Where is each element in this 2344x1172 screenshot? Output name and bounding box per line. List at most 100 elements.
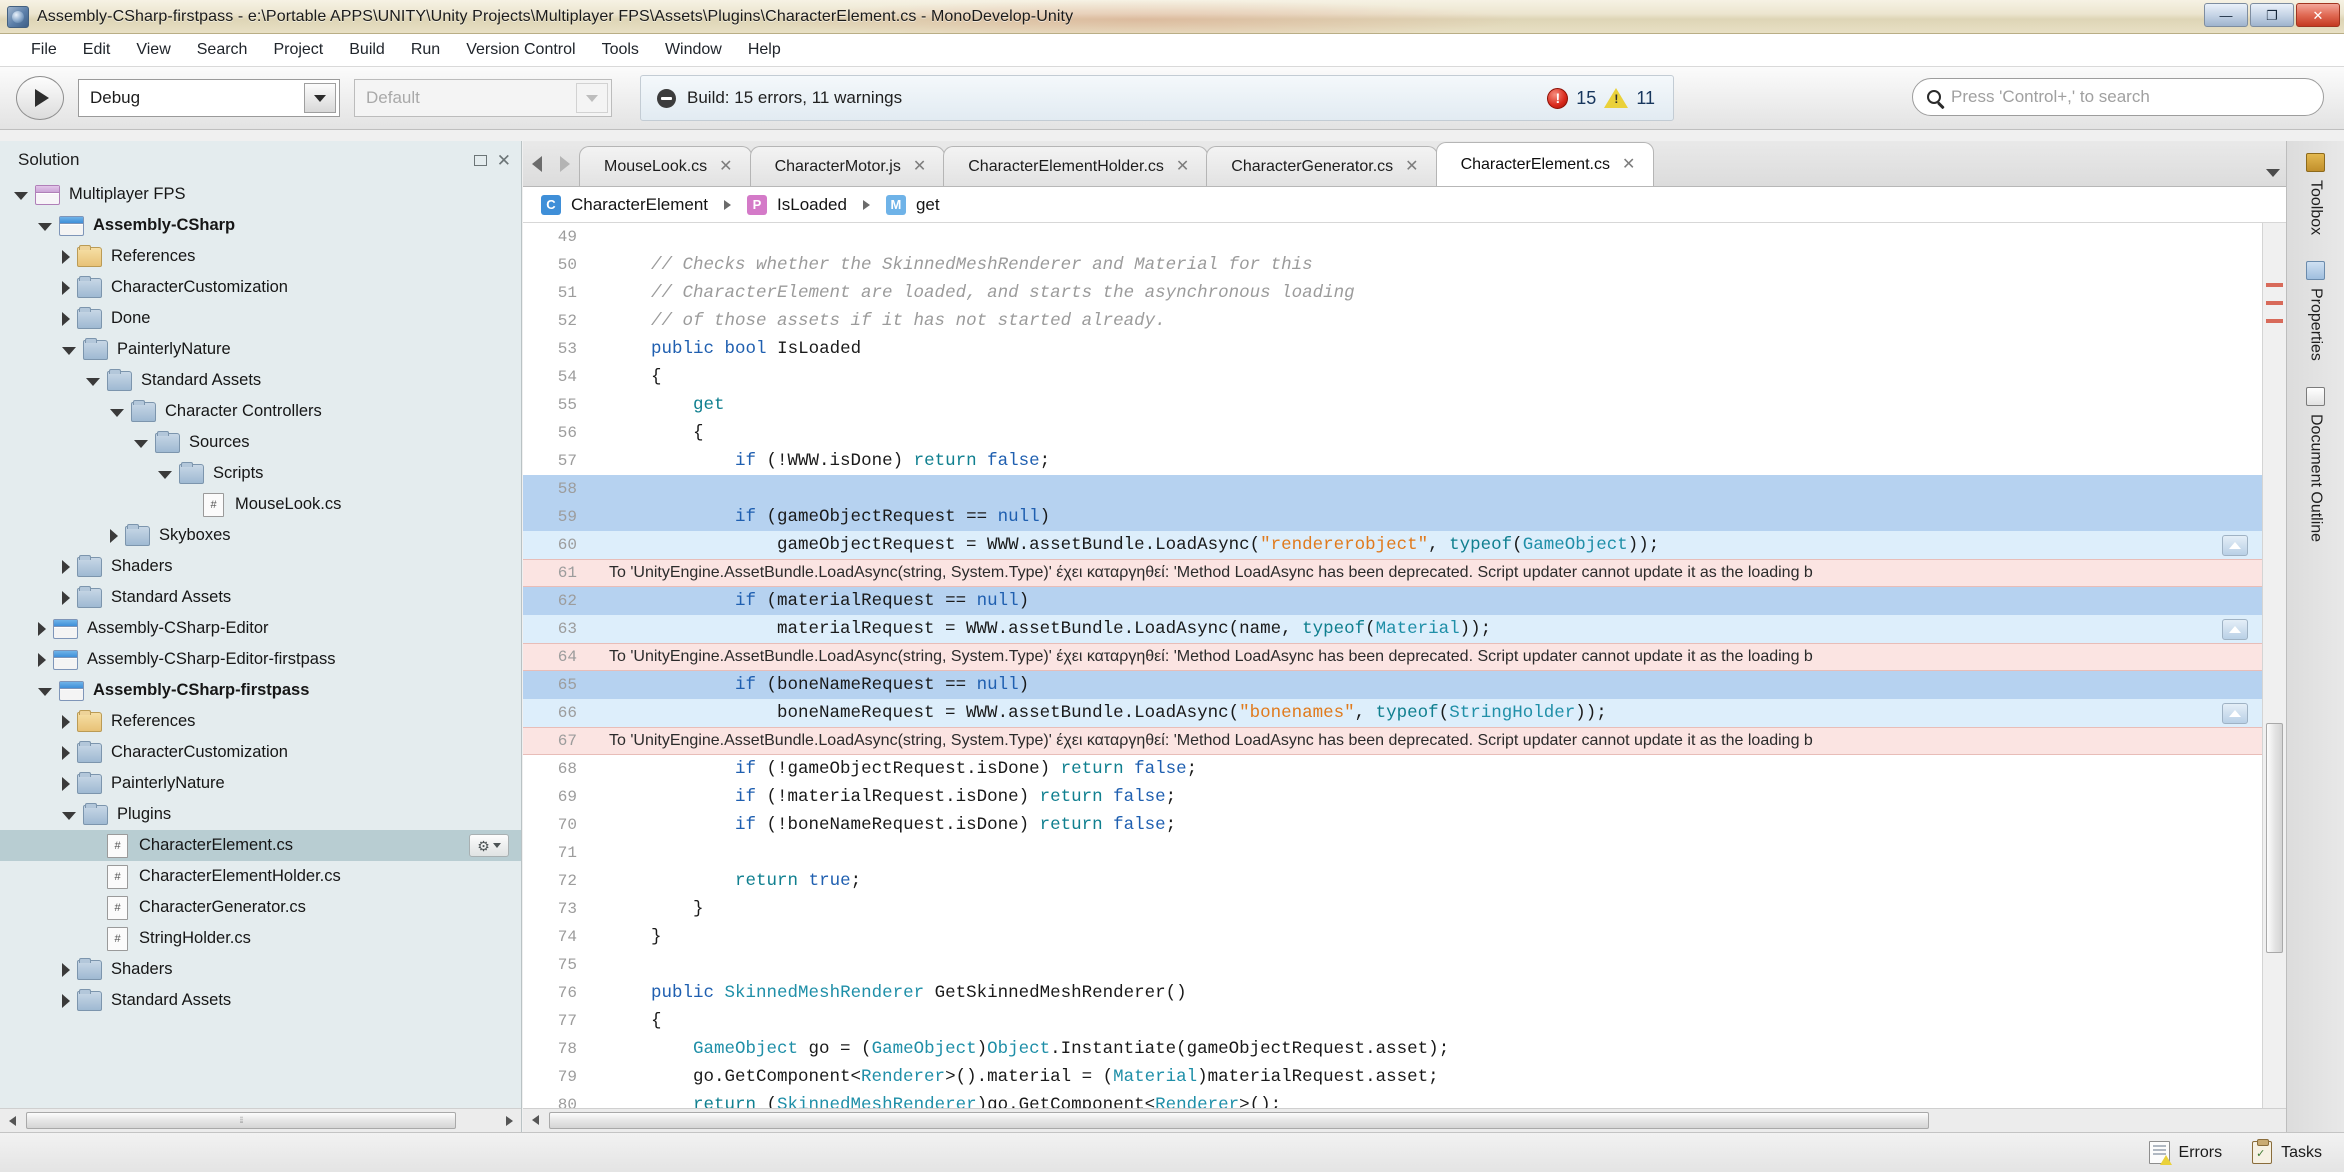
scrollbar-thumb[interactable]: [26, 1112, 456, 1129]
maximize-button[interactable]: ❐: [2250, 3, 2294, 27]
tree-item[interactable]: Assembly-CSharp: [0, 210, 521, 241]
chevron-down-icon[interactable]: [134, 440, 148, 448]
tree-item[interactable]: Done: [0, 303, 521, 334]
code-editor[interactable]: 49 50 // Checks whether the SkinnedMeshRe…: [523, 223, 2286, 1108]
menu-view[interactable]: View: [123, 38, 183, 62]
editor-tab-characterelementholder-cs[interactable]: CharacterElementHolder.cs ✕: [943, 146, 1209, 186]
chevron-down-icon[interactable]: [304, 83, 336, 113]
tab-next-icon[interactable]: [551, 142, 579, 186]
close-icon[interactable]: ✕: [1176, 158, 1189, 175]
menu-search[interactable]: Search: [184, 38, 261, 62]
runtime-dropdown[interactable]: Default: [354, 79, 612, 117]
chevron-down-icon[interactable]: [576, 83, 608, 113]
tree-item[interactable]: Scripts: [0, 458, 521, 489]
code-line[interactable]: 59 if (gameObjectRequest == null): [523, 503, 2262, 531]
code-line[interactable]: 71: [523, 839, 2262, 867]
chevron-right-icon[interactable]: [62, 776, 70, 791]
code-line[interactable]: 75: [523, 951, 2262, 979]
tree-item[interactable]: References: [0, 241, 521, 272]
code-line[interactable]: 63 materialRequest = WWW.assetBundle.Loa…: [523, 615, 2262, 643]
chevron-right-icon[interactable]: [62, 280, 70, 295]
breadcrumb-item[interactable]: CharacterElement: [571, 195, 708, 215]
tree-item[interactable]: Skyboxes: [0, 520, 521, 551]
problem-counters[interactable]: ! 15 11: [1547, 87, 1655, 109]
code-line[interactable]: 65 if (boneNameRequest == null): [523, 671, 2262, 699]
tree-item-selected[interactable]: CharacterElement.cs ⚙: [0, 830, 521, 861]
chevron-down-icon[interactable]: [158, 471, 172, 479]
code-line[interactable]: 54 {: [523, 363, 2262, 391]
code-line[interactable]: 76 public SkinnedMeshRenderer GetSkinned…: [523, 979, 2262, 1007]
code-line[interactable]: 55 get: [523, 391, 2262, 419]
code-line[interactable]: 74 }: [523, 923, 2262, 951]
chevron-right-icon[interactable]: [38, 652, 46, 667]
breadcrumb-item[interactable]: get: [916, 195, 940, 215]
chevron-right-icon[interactable]: [62, 962, 70, 977]
code-lines[interactable]: 49 50 // Checks whether the SkinnedMeshRe…: [523, 223, 2262, 1108]
code-line[interactable]: 53 public bool IsLoaded: [523, 335, 2262, 363]
chevron-down-icon[interactable]: [110, 409, 124, 417]
dock-item-document-outline[interactable]: Document Outline: [2306, 387, 2325, 542]
close-icon[interactable]: ✕: [913, 158, 926, 175]
menu-tools[interactable]: Tools: [589, 38, 652, 62]
code-line[interactable]: 77 {: [523, 1007, 2262, 1035]
chevron-right-icon[interactable]: [62, 590, 70, 605]
chevron-right-icon[interactable]: [62, 714, 70, 729]
menu-window[interactable]: Window: [652, 38, 735, 62]
code-line[interactable]: 73 }: [523, 895, 2262, 923]
code-line[interactable]: 51 // CharacterElement are loaded, and s…: [523, 279, 2262, 307]
tree-item[interactable]: Assembly-CSharp-firstpass: [0, 675, 521, 706]
menu-run[interactable]: Run: [398, 38, 453, 62]
editor-tab-characterelement-cs[interactable]: CharacterElement.cs ✕: [1435, 142, 1655, 186]
build-status-panel[interactable]: Build: 15 errors, 11 warnings ! 15 11: [640, 75, 1674, 121]
chevron-down-icon[interactable]: [86, 378, 100, 386]
tree-item[interactable]: Standard Assets: [0, 365, 521, 396]
editor-tab-mouselook-cs[interactable]: MouseLook.cs ✕: [579, 146, 752, 186]
search-input[interactable]: Press 'Control+,' to search: [1951, 87, 2150, 107]
minimize-icon[interactable]: [473, 154, 487, 166]
chevron-right-icon[interactable]: [110, 528, 118, 543]
chevron-right-icon[interactable]: [62, 559, 70, 574]
tree-item[interactable]: Standard Assets: [0, 985, 521, 1016]
tree-item[interactable]: PainterlyNature: [0, 768, 521, 799]
chevron-down-icon[interactable]: [14, 192, 28, 200]
tree-item[interactable]: StringHolder.cs: [0, 923, 521, 954]
tree-item[interactable]: Assembly-CSharp-Editor: [0, 613, 521, 644]
code-line[interactable]: 80 return (SkinnedMeshRenderer)go.GetCom…: [523, 1091, 2262, 1108]
code-line[interactable]: 62 if (materialRequest == null): [523, 587, 2262, 615]
scrollbar-thumb[interactable]: [2266, 723, 2283, 953]
tree-item[interactable]: Assembly-CSharp-Editor-firstpass: [0, 644, 521, 675]
solution-pad-hscrollbar[interactable]: [0, 1108, 521, 1132]
menu-help[interactable]: Help: [735, 38, 794, 62]
tasks-pad-button[interactable]: Tasks: [2252, 1139, 2322, 1164]
editor-vscrollbar[interactable]: [2262, 223, 2286, 1108]
editor-hscrollbar[interactable]: [523, 1108, 2286, 1147]
code-line[interactable]: 79 go.GetComponent<Renderer>().material …: [523, 1063, 2262, 1091]
expand-arrow-icon[interactable]: [2222, 619, 2248, 640]
tree-item[interactable]: CharacterGenerator.cs: [0, 892, 521, 923]
code-line[interactable]: 66 boneNameRequest = WWW.assetBundle.Loa…: [523, 699, 2262, 727]
global-search-box[interactable]: Press 'Control+,' to search: [1912, 78, 2324, 116]
editor-tab-charactermotor-js[interactable]: CharacterMotor.js ✕: [749, 146, 946, 186]
editor-tab-charactergenerator-cs[interactable]: CharacterGenerator.cs ✕: [1206, 146, 1438, 186]
expand-arrow-icon[interactable]: [2222, 535, 2248, 556]
code-line[interactable]: 69 if (!materialRequest.isDone) return f…: [523, 783, 2262, 811]
code-line[interactable]: 78 GameObject go = (GameObject)Object.In…: [523, 1035, 2262, 1063]
run-button[interactable]: [16, 76, 64, 120]
tree-item[interactable]: MouseLook.cs: [0, 489, 521, 520]
breadcrumb-item[interactable]: IsLoaded: [777, 195, 847, 215]
code-line[interactable]: 58: [523, 475, 2262, 503]
inline-error-message[interactable]: To 'UnityEngine.AssetBundle.LoadAsync(st…: [523, 559, 2262, 587]
chevron-down-icon[interactable]: [62, 812, 76, 820]
code-line[interactable]: 56 {: [523, 419, 2262, 447]
tree-item[interactable]: Multiplayer FPS: [0, 179, 521, 210]
dock-item-toolbox[interactable]: Toolbox: [2306, 153, 2325, 235]
scroll-right-icon[interactable]: [497, 1110, 521, 1132]
scroll-left-icon[interactable]: [523, 1109, 547, 1131]
chevron-down-icon[interactable]: [38, 688, 52, 696]
tree-item[interactable]: CharacterCustomization: [0, 272, 521, 303]
menu-build[interactable]: Build: [336, 38, 398, 62]
minimize-button[interactable]: —: [2204, 3, 2248, 27]
tree-item[interactable]: Plugins: [0, 799, 521, 830]
code-line[interactable]: 52 // of those assets if it has not star…: [523, 307, 2262, 335]
solution-tree[interactable]: Multiplayer FPS Assembly-CSharp References…: [0, 179, 521, 1108]
